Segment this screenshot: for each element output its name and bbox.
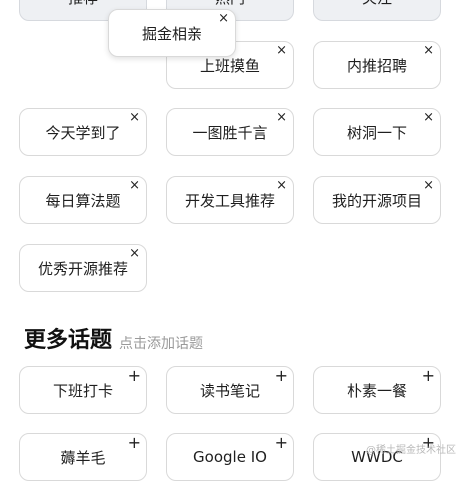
topic-label: 优秀开源推荐 [37,259,128,278]
topic-label: 开发工具推荐 [184,191,275,210]
topic-label: 树洞一下 [346,123,407,142]
topic-chip[interactable]: 每日算法题 × [19,176,147,224]
topic-chip[interactable]: 今天学到了 × [19,108,147,156]
topic-label: 朴素一餐 [346,381,407,400]
topic-label: 读书笔记 [199,381,260,400]
dragging-topic-chip[interactable]: 掘金相亲 × [108,9,236,57]
close-icon[interactable]: × [423,179,434,193]
topic-label: 我的开源项目 [331,191,422,210]
close-icon[interactable]: × [129,111,140,125]
close-icon[interactable]: × [129,247,140,261]
topic-label: 掘金相亲 [141,24,202,43]
topic-label: 推荐 [68,0,98,8]
more-topics-hint: 点击添加话题 [119,336,203,352]
add-topic-chip[interactable]: 薅羊毛 + [19,433,147,481]
add-icon[interactable]: + [275,435,288,451]
topic-label: Google IO [193,448,267,466]
close-icon[interactable]: × [218,12,229,26]
close-icon[interactable]: × [276,44,287,58]
topic-label: 每日算法题 [45,191,121,210]
topic-label: 下班打卡 [52,381,113,400]
topic-label: 热门 [215,0,245,8]
topic-label: 一图胜千言 [192,123,268,142]
add-icon[interactable]: + [422,368,435,384]
add-icon[interactable]: + [128,368,141,384]
topic-chip-follow[interactable]: 关注 [313,0,441,21]
add-topic-chip[interactable]: Google IO + [166,433,294,481]
topic-chip[interactable]: 树洞一下 × [313,108,441,156]
close-icon[interactable]: × [423,44,434,58]
more-topics-title: 更多话题 [24,328,113,353]
topic-chip[interactable]: 优秀开源推荐 × [19,244,147,292]
close-icon[interactable]: × [276,179,287,193]
watermark: @稀土掘金技术社区 [366,445,456,456]
topic-chip[interactable]: 我的开源项目 × [313,176,441,224]
add-icon[interactable]: + [275,368,288,384]
topic-chip[interactable]: 开发工具推荐 × [166,176,294,224]
topic-label: 薅羊毛 [60,448,106,467]
add-topic-chip[interactable]: 读书笔记 + [166,366,294,414]
add-topic-chip[interactable]: 下班打卡 + [19,366,147,414]
close-icon[interactable]: × [423,111,434,125]
topic-label: 关注 [362,0,392,8]
topic-chip[interactable]: 一图胜千言 × [166,108,294,156]
close-icon[interactable]: × [129,179,140,193]
add-topic-chip[interactable]: 朴素一餐 + [313,366,441,414]
topic-label: 今天学到了 [45,123,121,142]
topic-chip[interactable]: 内推招聘 × [313,41,441,89]
add-icon[interactable]: + [128,435,141,451]
topic-label: 上班摸鱼 [199,56,260,75]
topic-label: 内推招聘 [346,56,407,75]
close-icon[interactable]: × [276,111,287,125]
